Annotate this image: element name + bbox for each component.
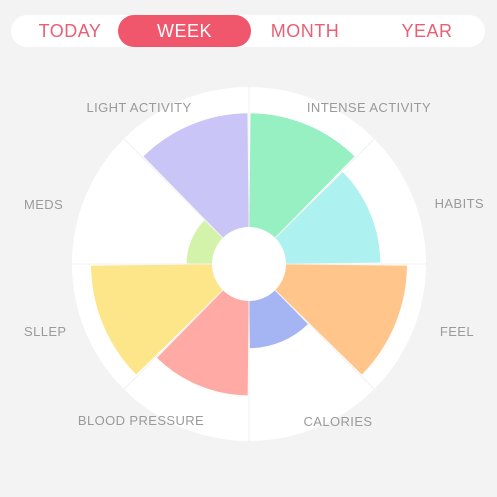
label-habits: HABITS <box>435 196 484 211</box>
label-sllep: SLLEP <box>24 324 66 339</box>
polar-chart-svg: INTENSE ACTIVITY HABITS FEEL CALORIES BLOOD … <box>24 87 484 441</box>
chart-center-hole <box>212 227 286 301</box>
dashboard-page: TODAY WEEK MONTH YEAR INTENSE ACTIVITY HA… <box>0 0 497 497</box>
label-meds: MEDS <box>24 197 63 212</box>
label-blood-pressure: BLOOD PRESSURE <box>78 413 204 428</box>
label-light-activity: LIGHT ACTIVITY <box>86 100 191 115</box>
label-calories: CALORIES <box>304 414 373 429</box>
label-feel: FEEL <box>440 324 474 339</box>
label-intense-activity: INTENSE ACTIVITY <box>307 100 431 115</box>
wellness-polar-chart: INTENSE ACTIVITY HABITS FEEL CALORIES BLOOD … <box>0 0 497 497</box>
